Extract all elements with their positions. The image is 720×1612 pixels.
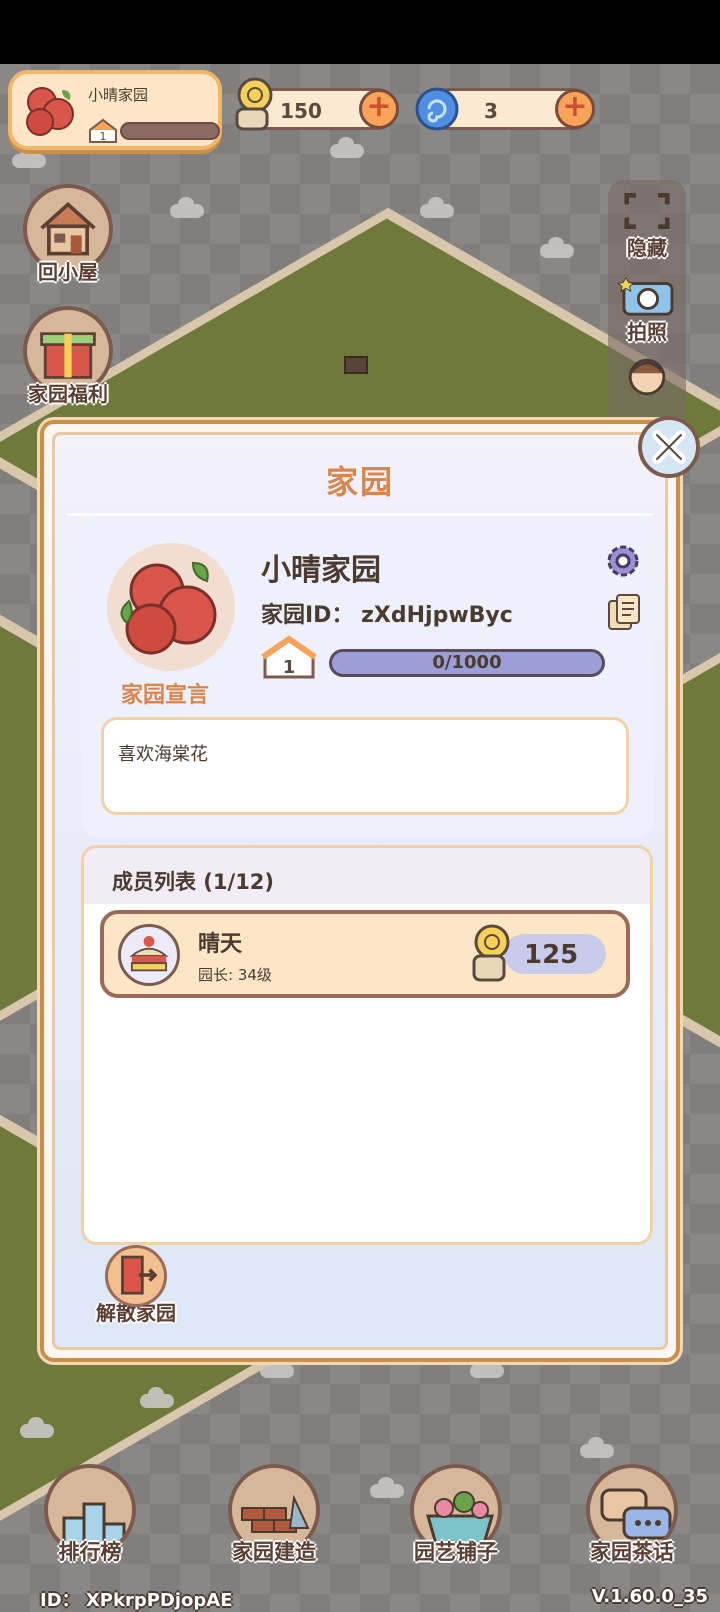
snail-coin-icon	[472, 924, 510, 982]
photo-label: 拍照	[627, 320, 667, 344]
close-button[interactable]	[638, 416, 700, 478]
member-score-pill: 125	[504, 934, 606, 974]
cloud-icon	[540, 237, 574, 258]
character-avatar-icon[interactable]	[608, 352, 686, 404]
hide-label: 隐藏	[627, 236, 667, 260]
garden-progress-bar: 0/1000	[329, 649, 605, 677]
cloud-icon	[260, 1357, 294, 1378]
nav-ranking-label: 排行榜	[58, 1540, 122, 1564]
nav-shop[interactable]: 园艺铺子	[394, 1464, 518, 1566]
cloud-icon	[140, 1387, 174, 1408]
exit-door-icon	[121, 1255, 158, 1295]
nav-chat[interactable]: 家园茶话	[570, 1464, 694, 1566]
camera-icon	[617, 276, 674, 316]
rose-icon	[26, 87, 74, 136]
declaration-field[interactable]: 喜欢海棠花	[101, 717, 629, 815]
declaration-label: 家园宣言	[121, 683, 210, 708]
member-name: 晴天	[198, 932, 243, 957]
nav-build-label: 家园建造	[232, 1540, 316, 1564]
dialog-title: 家园	[325, 463, 394, 501]
house-level-icon: 1	[89, 118, 117, 143]
garden-name-label: 小晴家园	[88, 86, 149, 104]
member-list: 成员列表 (1/12) 晴天 园长: 34级 125	[81, 845, 653, 1245]
cloud-icon	[330, 137, 364, 158]
garden-dialog-body: 家园 家园宣言 小晴家园 家园ID： zXdHjpwByc 1 0/1000 喜…	[52, 432, 668, 1350]
rose-icon	[120, 561, 217, 655]
member-score: 125	[524, 940, 579, 970]
garden-info-section: 家园宣言 小晴家园 家园ID： zXdHjpwByc 1 0/1000 喜欢海棠…	[81, 521, 653, 837]
garden-id: 家园ID： zXdHjpwByc	[261, 603, 513, 628]
title-divider	[67, 513, 653, 516]
svg-text:1: 1	[283, 657, 296, 678]
hide-ui-button[interactable]: 隐藏	[608, 188, 686, 261]
add-coins-button[interactable]: +	[359, 89, 399, 129]
snail-coin-value: 150	[280, 99, 322, 123]
player-id: ID： XPkrpPDjopAE	[40, 1590, 233, 1611]
svg-text:1: 1	[100, 130, 107, 143]
app-version: V.1.60.0_35	[591, 1586, 708, 1607]
garden-dialog: 家园 家园宣言 小晴家园 家园ID： zXdHjpwByc 1 0/1000 喜…	[40, 416, 700, 1362]
cloud-icon	[420, 197, 454, 218]
declaration-text: 喜欢海棠花	[118, 744, 208, 765]
nav-build[interactable]: 家园建造	[212, 1464, 336, 1566]
member-row[interactable]: 晴天 园长: 34级 125	[100, 910, 630, 998]
garden-avatar[interactable]	[107, 543, 235, 671]
member-role: 园长: 34级	[198, 966, 272, 984]
status-bar	[0, 0, 720, 64]
photo-button[interactable]: 拍照	[608, 272, 686, 345]
member-avatar	[118, 924, 180, 986]
cake-icon	[129, 936, 169, 972]
disband-garden-button[interactable]: 解散家园	[81, 1245, 191, 1326]
close-icon	[652, 430, 686, 464]
snail-coin-counter: 150 +	[235, 77, 399, 131]
signpost-icon[interactable]	[344, 356, 368, 374]
garden-name: 小晴家园	[261, 553, 381, 588]
cloud-icon	[20, 1417, 54, 1438]
cloud-icon	[470, 1357, 504, 1378]
nav-shop-label: 园艺铺子	[414, 1540, 498, 1564]
gem-counter: 3 +	[415, 87, 595, 131]
cloud-icon	[12, 147, 46, 168]
copy-icon[interactable]	[607, 593, 643, 633]
add-gems-button[interactable]: +	[555, 89, 595, 129]
gear-icon[interactable]	[603, 541, 643, 581]
cloud-icon	[170, 197, 204, 218]
return-home-button[interactable]: 回小屋	[18, 184, 118, 285]
nav-ranking[interactable]: 排行榜	[28, 1464, 152, 1566]
garden-xp-bar	[120, 122, 220, 140]
member-list-header: 成员列表 (1/12)	[84, 848, 650, 904]
cloud-icon	[580, 1437, 614, 1458]
garden-info-card[interactable]: 小晴家园 1	[8, 70, 222, 150]
gem-value: 3	[484, 99, 498, 123]
nav-chat-label: 家园茶话	[590, 1540, 674, 1564]
frame-corners-icon	[624, 193, 670, 229]
house-level-icon: 1	[261, 635, 317, 679]
garden-benefits-label: 家园福利	[28, 382, 108, 406]
garden-benefits-button[interactable]: 家园福利	[18, 306, 118, 407]
